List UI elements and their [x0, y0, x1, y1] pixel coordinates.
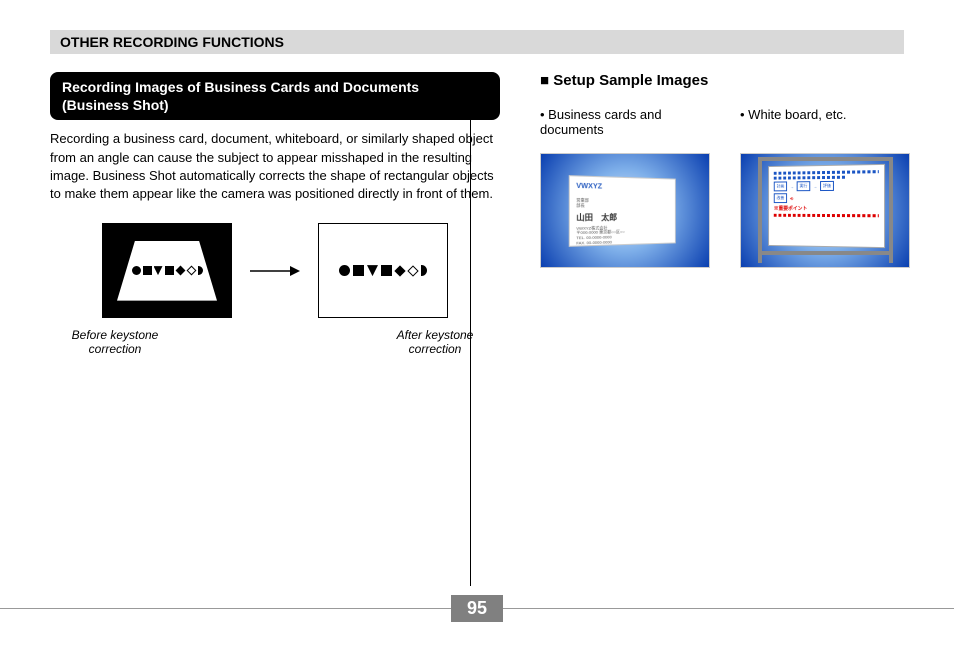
before-figure: [102, 223, 232, 318]
body-paragraph: Recording a business card, document, whi…: [50, 130, 500, 203]
card-logo: VWXYZ: [576, 182, 669, 191]
sample1-label: Business cards and documents: [540, 107, 710, 143]
left-column: Recording Images of Business Cards and D…: [50, 72, 500, 356]
shape-row-icon: [132, 266, 203, 275]
page-number: 95: [451, 595, 503, 622]
sub-heading: ■ Setup Sample Images: [540, 72, 910, 89]
sample1-image: VWXYZ 営業部部長 山田 太郎 VWXYZ株式会社 〒000-0000 東京…: [540, 153, 710, 268]
card-name: 山田 太郎: [576, 211, 669, 223]
topic-heading: Recording Images of Business Cards and D…: [50, 72, 500, 120]
caption-after: After keystone correction: [370, 328, 500, 356]
sample2-label: White board, etc.: [740, 107, 910, 143]
right-column: ■ Setup Sample Images Business cards and…: [540, 72, 910, 356]
column-divider: [470, 76, 471, 586]
keystone-figure: [50, 223, 500, 318]
caption-before: Before keystone correction: [50, 328, 180, 356]
arrow-icon: [250, 265, 300, 277]
after-figure: [318, 223, 448, 318]
sample2-image: 計画→実行→評価 改善⟲ ※重要ポイント: [740, 153, 910, 268]
page-footer: 95: [0, 595, 954, 622]
section-header: OTHER RECORDING FUNCTIONS: [50, 30, 904, 54]
